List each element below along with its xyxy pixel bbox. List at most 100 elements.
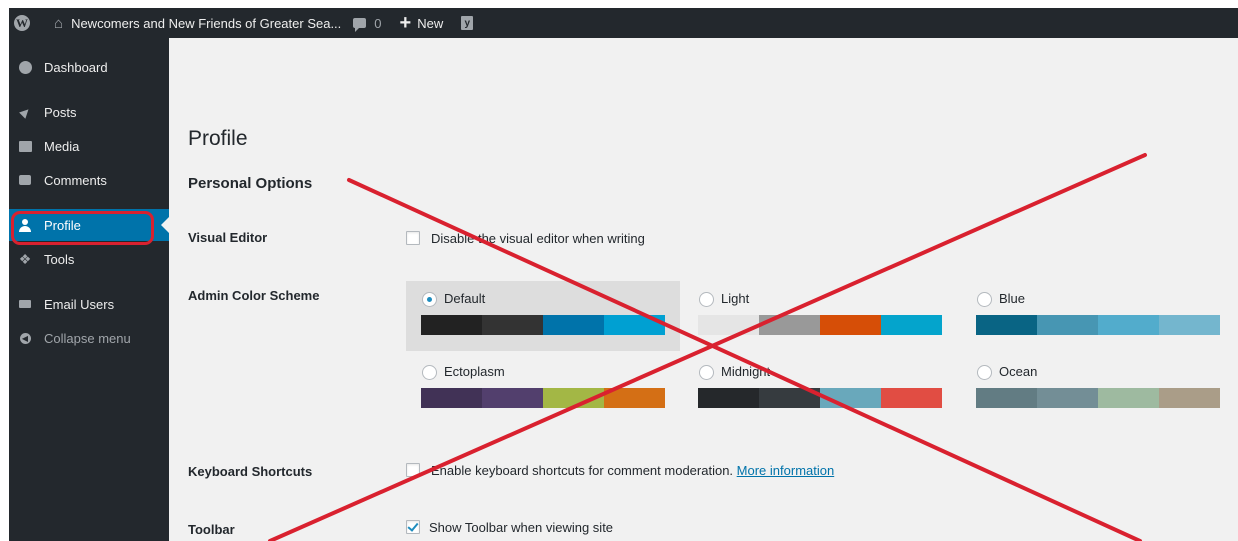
- visual-editor-checkbox[interactable]: [406, 231, 420, 245]
- color-scheme-ocean[interactable]: Ocean: [961, 354, 1235, 424]
- admin-color-scheme-label: Admin Color Scheme: [188, 288, 320, 303]
- sidebar-item-label: Tools: [44, 251, 75, 267]
- color-scheme-default[interactable]: Default: [406, 281, 680, 351]
- wrench-icon: ❖: [18, 250, 32, 267]
- swatch: [421, 388, 482, 408]
- yoast-icon: y: [461, 16, 474, 30]
- swatch: [604, 388, 665, 408]
- swatch: [543, 388, 604, 408]
- color-scheme-radio[interactable]: [699, 365, 714, 380]
- sidebar-item-label: Profile: [44, 217, 81, 233]
- main-content: Profile Personal Options Visual Editor D…: [169, 38, 1238, 541]
- home-icon: ⌂: [54, 14, 64, 32]
- swatch: [976, 388, 1037, 408]
- sidebar-item-label: Posts: [44, 104, 77, 120]
- swatch: [1098, 388, 1159, 408]
- swatch: [1037, 388, 1098, 408]
- show-toolbar-checkbox-label: Show Toolbar when viewing site: [429, 520, 614, 535]
- swatch: [698, 388, 759, 408]
- site-name-link[interactable]: ⌂ Newcomers and New Friends of Greater S…: [30, 8, 341, 38]
- swatch: [421, 315, 482, 335]
- section-title: Personal Options: [188, 175, 313, 192]
- comments-link[interactable]: 0: [341, 8, 382, 38]
- color-scheme-name: Blue: [999, 291, 1026, 306]
- sidebar-item-label: Media: [44, 138, 80, 154]
- swatch: [1037, 315, 1098, 335]
- collapse-icon: ◀: [19, 332, 31, 344]
- swatch: [1159, 315, 1220, 335]
- swatch: [881, 388, 942, 408]
- site-name-label: Newcomers and New Friends of Greater Sea…: [71, 15, 342, 31]
- admin-sidebar: Dashboard ▲ Posts Media Comments Profile…: [9, 38, 169, 541]
- swatch: [820, 315, 881, 335]
- sidebar-item-label: Email Users: [44, 296, 115, 312]
- page-title: Profile: [188, 127, 248, 150]
- comment-count: 0: [374, 15, 382, 31]
- color-swatches: [421, 388, 665, 408]
- toolbar-label: Toolbar: [188, 522, 235, 537]
- color-swatches: [698, 388, 942, 408]
- sidebar-item-profile[interactable]: Profile: [9, 209, 169, 241]
- swatch: [482, 388, 543, 408]
- swatch: [759, 315, 820, 335]
- color-scheme-name: Ectoplasm: [444, 364, 505, 379]
- swatch: [1098, 315, 1159, 335]
- wordpress-logo-icon: W: [14, 15, 30, 31]
- color-scheme-radio[interactable]: [977, 292, 992, 307]
- comment-bubble-icon: [353, 18, 367, 32]
- color-scheme-radio[interactable]: [699, 292, 714, 307]
- color-swatches: [976, 388, 1220, 408]
- mail-icon: [19, 300, 31, 308]
- wordpress-logo-button[interactable]: W: [9, 8, 30, 38]
- color-scheme-radio[interactable]: [422, 365, 437, 380]
- keyboard-shortcuts-checkbox[interactable]: [406, 463, 420, 477]
- visual-editor-label: Visual Editor: [188, 230, 268, 245]
- color-swatches: [698, 315, 942, 335]
- more-information-link[interactable]: More information: [737, 463, 835, 478]
- swatch: [543, 315, 604, 335]
- sidebar-item-posts[interactable]: ▲ Posts: [9, 96, 169, 128]
- keyboard-shortcuts-label: Keyboard Shortcuts: [188, 464, 313, 479]
- swatch: [759, 388, 820, 408]
- color-scheme-midnight[interactable]: Midnight: [683, 354, 957, 424]
- sidebar-item-label: Comments: [44, 172, 107, 188]
- collapse-menu-button[interactable]: ◀ Collapse menu: [9, 322, 169, 354]
- dashboard-icon: [18, 60, 32, 74]
- sidebar-item-email-users[interactable]: Email Users: [9, 288, 169, 320]
- swatch: [698, 315, 759, 335]
- sidebar-item-media[interactable]: Media: [9, 130, 169, 162]
- swatch: [482, 315, 543, 335]
- show-toolbar-checkbox[interactable]: [406, 520, 420, 534]
- color-scheme-name: Midnight: [721, 364, 771, 379]
- swatch: [1159, 388, 1220, 408]
- sidebar-item-label: Dashboard: [44, 59, 108, 75]
- color-scheme-name: Ocean: [999, 364, 1038, 379]
- plus-icon: +: [399, 12, 412, 34]
- color-scheme-name: Default: [444, 291, 486, 306]
- sidebar-item-dashboard[interactable]: Dashboard: [9, 51, 169, 83]
- color-scheme-light[interactable]: Light: [683, 281, 957, 351]
- media-icon: [18, 140, 32, 152]
- swatch: [881, 315, 942, 335]
- color-swatches: [976, 315, 1220, 335]
- color-scheme-name: Light: [721, 291, 750, 306]
- color-scheme-radio[interactable]: [977, 365, 992, 380]
- keyboard-shortcuts-text: Enable keyboard shortcuts for comment mo…: [431, 463, 734, 478]
- wp-admin-window: W ⌂ Newcomers and New Friends of Greater…: [9, 8, 1238, 541]
- sidebar-item-comments[interactable]: Comments: [9, 164, 169, 196]
- user-icon: [19, 218, 31, 232]
- yoast-seo-button[interactable]: y: [443, 8, 474, 38]
- color-scheme-ectoplasm[interactable]: Ectoplasm: [406, 354, 680, 424]
- comment-icon: [19, 175, 31, 185]
- keyboard-shortcuts-checkbox-label: Enable keyboard shortcuts for comment mo…: [431, 463, 834, 478]
- swatch: [604, 315, 665, 335]
- color-scheme-blue[interactable]: Blue: [961, 281, 1235, 351]
- color-scheme-radio[interactable]: [422, 292, 437, 307]
- new-label: New: [417, 15, 444, 31]
- color-swatches: [421, 315, 665, 335]
- new-content-button[interactable]: + New: [382, 8, 444, 38]
- swatch: [820, 388, 881, 408]
- sidebar-item-label: Collapse menu: [44, 330, 131, 346]
- sidebar-item-tools[interactable]: ❖ Tools: [9, 243, 169, 275]
- swatch: [976, 315, 1037, 335]
